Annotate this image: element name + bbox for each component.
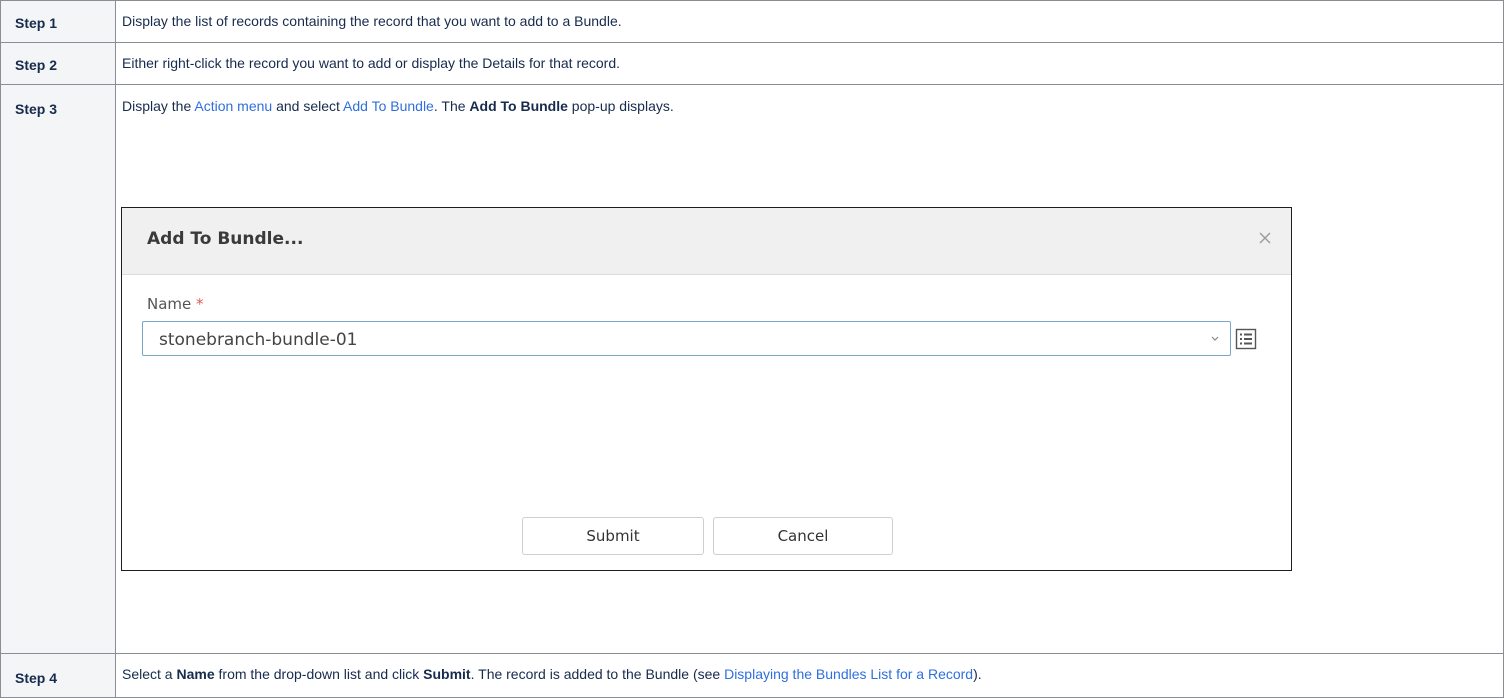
step-label: Step 1 [15, 15, 58, 31]
step-text-segment: . The record is added to the Bundle (see [470, 666, 725, 682]
list-details-icon-graphic [1235, 328, 1257, 350]
step-text-segment: and select [272, 98, 344, 114]
name-select-value: stonebranch-bundle-01 [159, 330, 358, 350]
step-label-cell: Step 1 [0, 0, 116, 43]
step-content-cell: Select a Name from the drop-down list an… [115, 653, 1504, 698]
step-text-segment: Display the [122, 98, 195, 114]
step-text-bold: Submit [423, 666, 471, 682]
step-label: Step 3 [15, 101, 58, 117]
add-to-bundle-dialog: Add To Bundle... Name * stonebranch-bund… [121, 207, 1292, 571]
step-content-cell: Display the list of records containing t… [115, 0, 1504, 43]
step-label-cell: Step 3 [0, 84, 116, 654]
step-text: Display the Action menu and select Add T… [122, 98, 1503, 114]
name-select[interactable]: stonebranch-bundle-01 [142, 321, 1231, 356]
step-text-segment: from the drop-down list and click [214, 666, 424, 682]
close-icon[interactable] [1256, 229, 1274, 247]
step-row: Step 2 Either right-click the record you… [0, 42, 1504, 85]
step-row: Step 4 Select a Name from the drop-down … [0, 653, 1504, 698]
step-text-segment: . The [433, 98, 470, 114]
required-mark: * [196, 295, 204, 313]
step-label: Step 4 [15, 670, 58, 686]
step-text: Display the list of records containing t… [122, 13, 622, 29]
name-field-label: Name * [147, 295, 204, 313]
step-row: Step 1 Display the list of records conta… [0, 0, 1504, 43]
dialog-header: Add To Bundle... [122, 208, 1291, 275]
step-text-segment: Select a [122, 666, 177, 682]
step-text: Select a Name from the drop-down list an… [122, 666, 1503, 682]
step-label: Step 2 [15, 57, 58, 73]
list-details-icon[interactable] [1235, 328, 1257, 350]
add-to-bundle-link[interactable]: Add To Bundle [343, 98, 434, 114]
submit-button[interactable]: Submit [522, 517, 704, 555]
step-text-bold: Add To Bundle [469, 98, 568, 114]
bundles-list-link[interactable]: Displaying the Bundles List for a Record [724, 666, 973, 682]
action-menu-link[interactable]: Action menu [194, 98, 272, 114]
step-label-cell: Step 4 [0, 653, 116, 698]
name-label-text: Name [147, 295, 192, 313]
step-text-segment: ). [973, 666, 982, 682]
step-text-bold: Name [176, 666, 215, 682]
close-icon-graphic [1259, 232, 1271, 244]
cancel-button[interactable]: Cancel [713, 517, 893, 555]
chevron-down-icon-graphic [1211, 336, 1219, 341]
chevron-down-icon[interactable] [1210, 331, 1220, 345]
dialog-title: Add To Bundle... [147, 229, 304, 249]
step-label-cell: Step 2 [0, 42, 116, 85]
step-text: Either right-click the record you want t… [122, 55, 621, 71]
step-content-cell: Either right-click the record you want t… [115, 42, 1504, 85]
step-text-segment: pop-up displays. [567, 98, 674, 114]
